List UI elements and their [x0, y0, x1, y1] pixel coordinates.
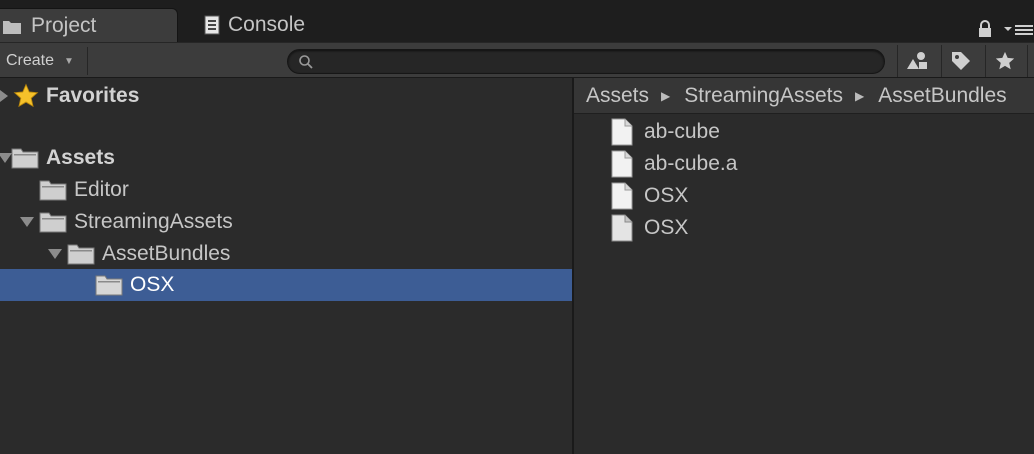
- folder-tree: Favorites Assets Editor StreamingAssets: [0, 78, 572, 454]
- folder-icon: [11, 148, 39, 169]
- tree-item-streamingassets-label: StreamingAssets: [74, 210, 233, 233]
- manifest-file-icon: [611, 214, 633, 242]
- search-input[interactable]: [320, 52, 870, 72]
- breadcrumb-item[interactable]: Assets: [586, 84, 649, 108]
- caret-down-icon: ▼: [64, 55, 74, 67]
- tree-item-streamingassets[interactable]: StreamingAssets: [0, 206, 572, 238]
- folder-contents: Assets ▶ StreamingAssets ▶ AssetBundles …: [574, 78, 1034, 454]
- tag-icon: [951, 52, 970, 70]
- file-item[interactable]: ab-cube.a: [610, 148, 737, 180]
- search-by-label-button[interactable]: [941, 45, 979, 77]
- folder-icon: [3, 20, 21, 34]
- create-button-label: Create: [6, 52, 55, 69]
- folder-icon: [39, 180, 67, 201]
- panel-menu-icon[interactable]: [1003, 22, 1034, 38]
- tree-item-favorites[interactable]: Favorites: [0, 80, 572, 112]
- tree-item-editor-label: Editor: [74, 178, 129, 201]
- tab-console[interactable]: Console: [200, 8, 360, 42]
- tree-item-osx-label: OSX: [130, 273, 175, 296]
- search-by-type-button[interactable]: [897, 45, 935, 77]
- star-icon: [995, 51, 1014, 70]
- file-icon: [611, 150, 633, 178]
- tab-project[interactable]: Project: [0, 8, 178, 42]
- arrow-down-icon[interactable]: [20, 215, 34, 229]
- favorites-button[interactable]: [985, 45, 1023, 77]
- folder-icon: [39, 212, 67, 233]
- breadcrumb-separator-icon: ▶: [661, 88, 671, 103]
- tree-item-assets-label: Assets: [46, 146, 115, 169]
- file-icon: [611, 182, 633, 210]
- search-field[interactable]: [287, 49, 885, 74]
- type-filter-icon: [906, 52, 927, 69]
- lock-icon[interactable]: [976, 20, 994, 38]
- folder-icon: [67, 244, 95, 265]
- file-item[interactable]: OSX: [610, 212, 688, 244]
- tab-project-label: Project: [31, 13, 97, 37]
- tree-item-favorites-label: Favorites: [46, 84, 140, 107]
- toolbar-overflow: [1027, 45, 1034, 77]
- favorites-star-icon: [13, 83, 39, 108]
- tree-item-editor[interactable]: Editor: [0, 174, 572, 206]
- breadcrumb-separator-icon: ▶: [855, 88, 865, 103]
- folder-icon: [95, 275, 123, 296]
- create-button[interactable]: Create ▼: [0, 47, 88, 75]
- tree-item-assetbundles-label: AssetBundles: [102, 242, 231, 265]
- breadcrumb: Assets ▶ StreamingAssets ▶ AssetBundles: [574, 78, 1034, 114]
- tab-console-label: Console: [228, 13, 306, 36]
- file-item[interactable]: OSX: [610, 180, 688, 212]
- breadcrumb-item[interactable]: AssetBundles: [878, 84, 1006, 108]
- arrow-right-icon[interactable]: [0, 89, 12, 103]
- search-icon: [299, 55, 313, 69]
- file-item-label: ab-cube.a: [644, 152, 738, 175]
- tree-item-osx[interactable]: OSX: [0, 269, 572, 301]
- breadcrumb-item[interactable]: StreamingAssets: [684, 84, 843, 108]
- tab-bar: Project Console: [0, 0, 1034, 42]
- file-item-label: ab-cube: [644, 120, 720, 143]
- file-item[interactable]: ab-cube: [610, 116, 720, 148]
- file-icon: [611, 118, 633, 146]
- console-icon: [204, 15, 220, 35]
- arrow-down-icon[interactable]: [48, 247, 62, 261]
- tree-item-assets[interactable]: Assets: [0, 142, 572, 174]
- file-item-label: OSX: [644, 184, 689, 207]
- file-item-label: OSX: [644, 216, 689, 239]
- tree-item-assetbundles[interactable]: AssetBundles: [0, 238, 572, 270]
- project-toolbar: Create ▼: [0, 42, 1034, 78]
